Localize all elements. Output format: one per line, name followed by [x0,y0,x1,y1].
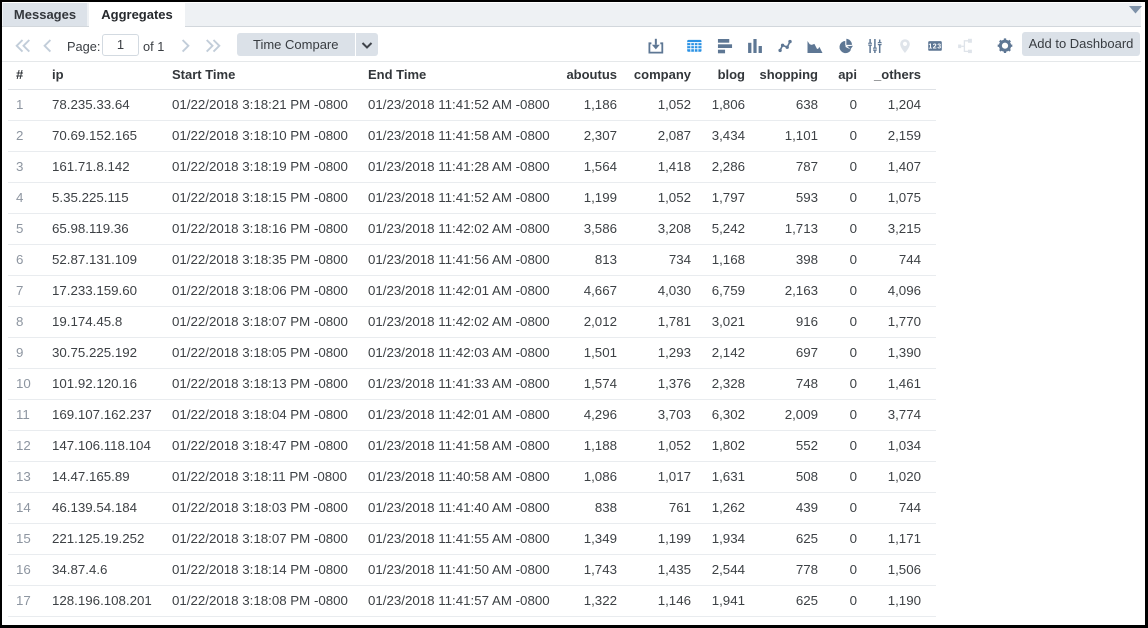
svg-text:123: 123 [928,43,941,50]
